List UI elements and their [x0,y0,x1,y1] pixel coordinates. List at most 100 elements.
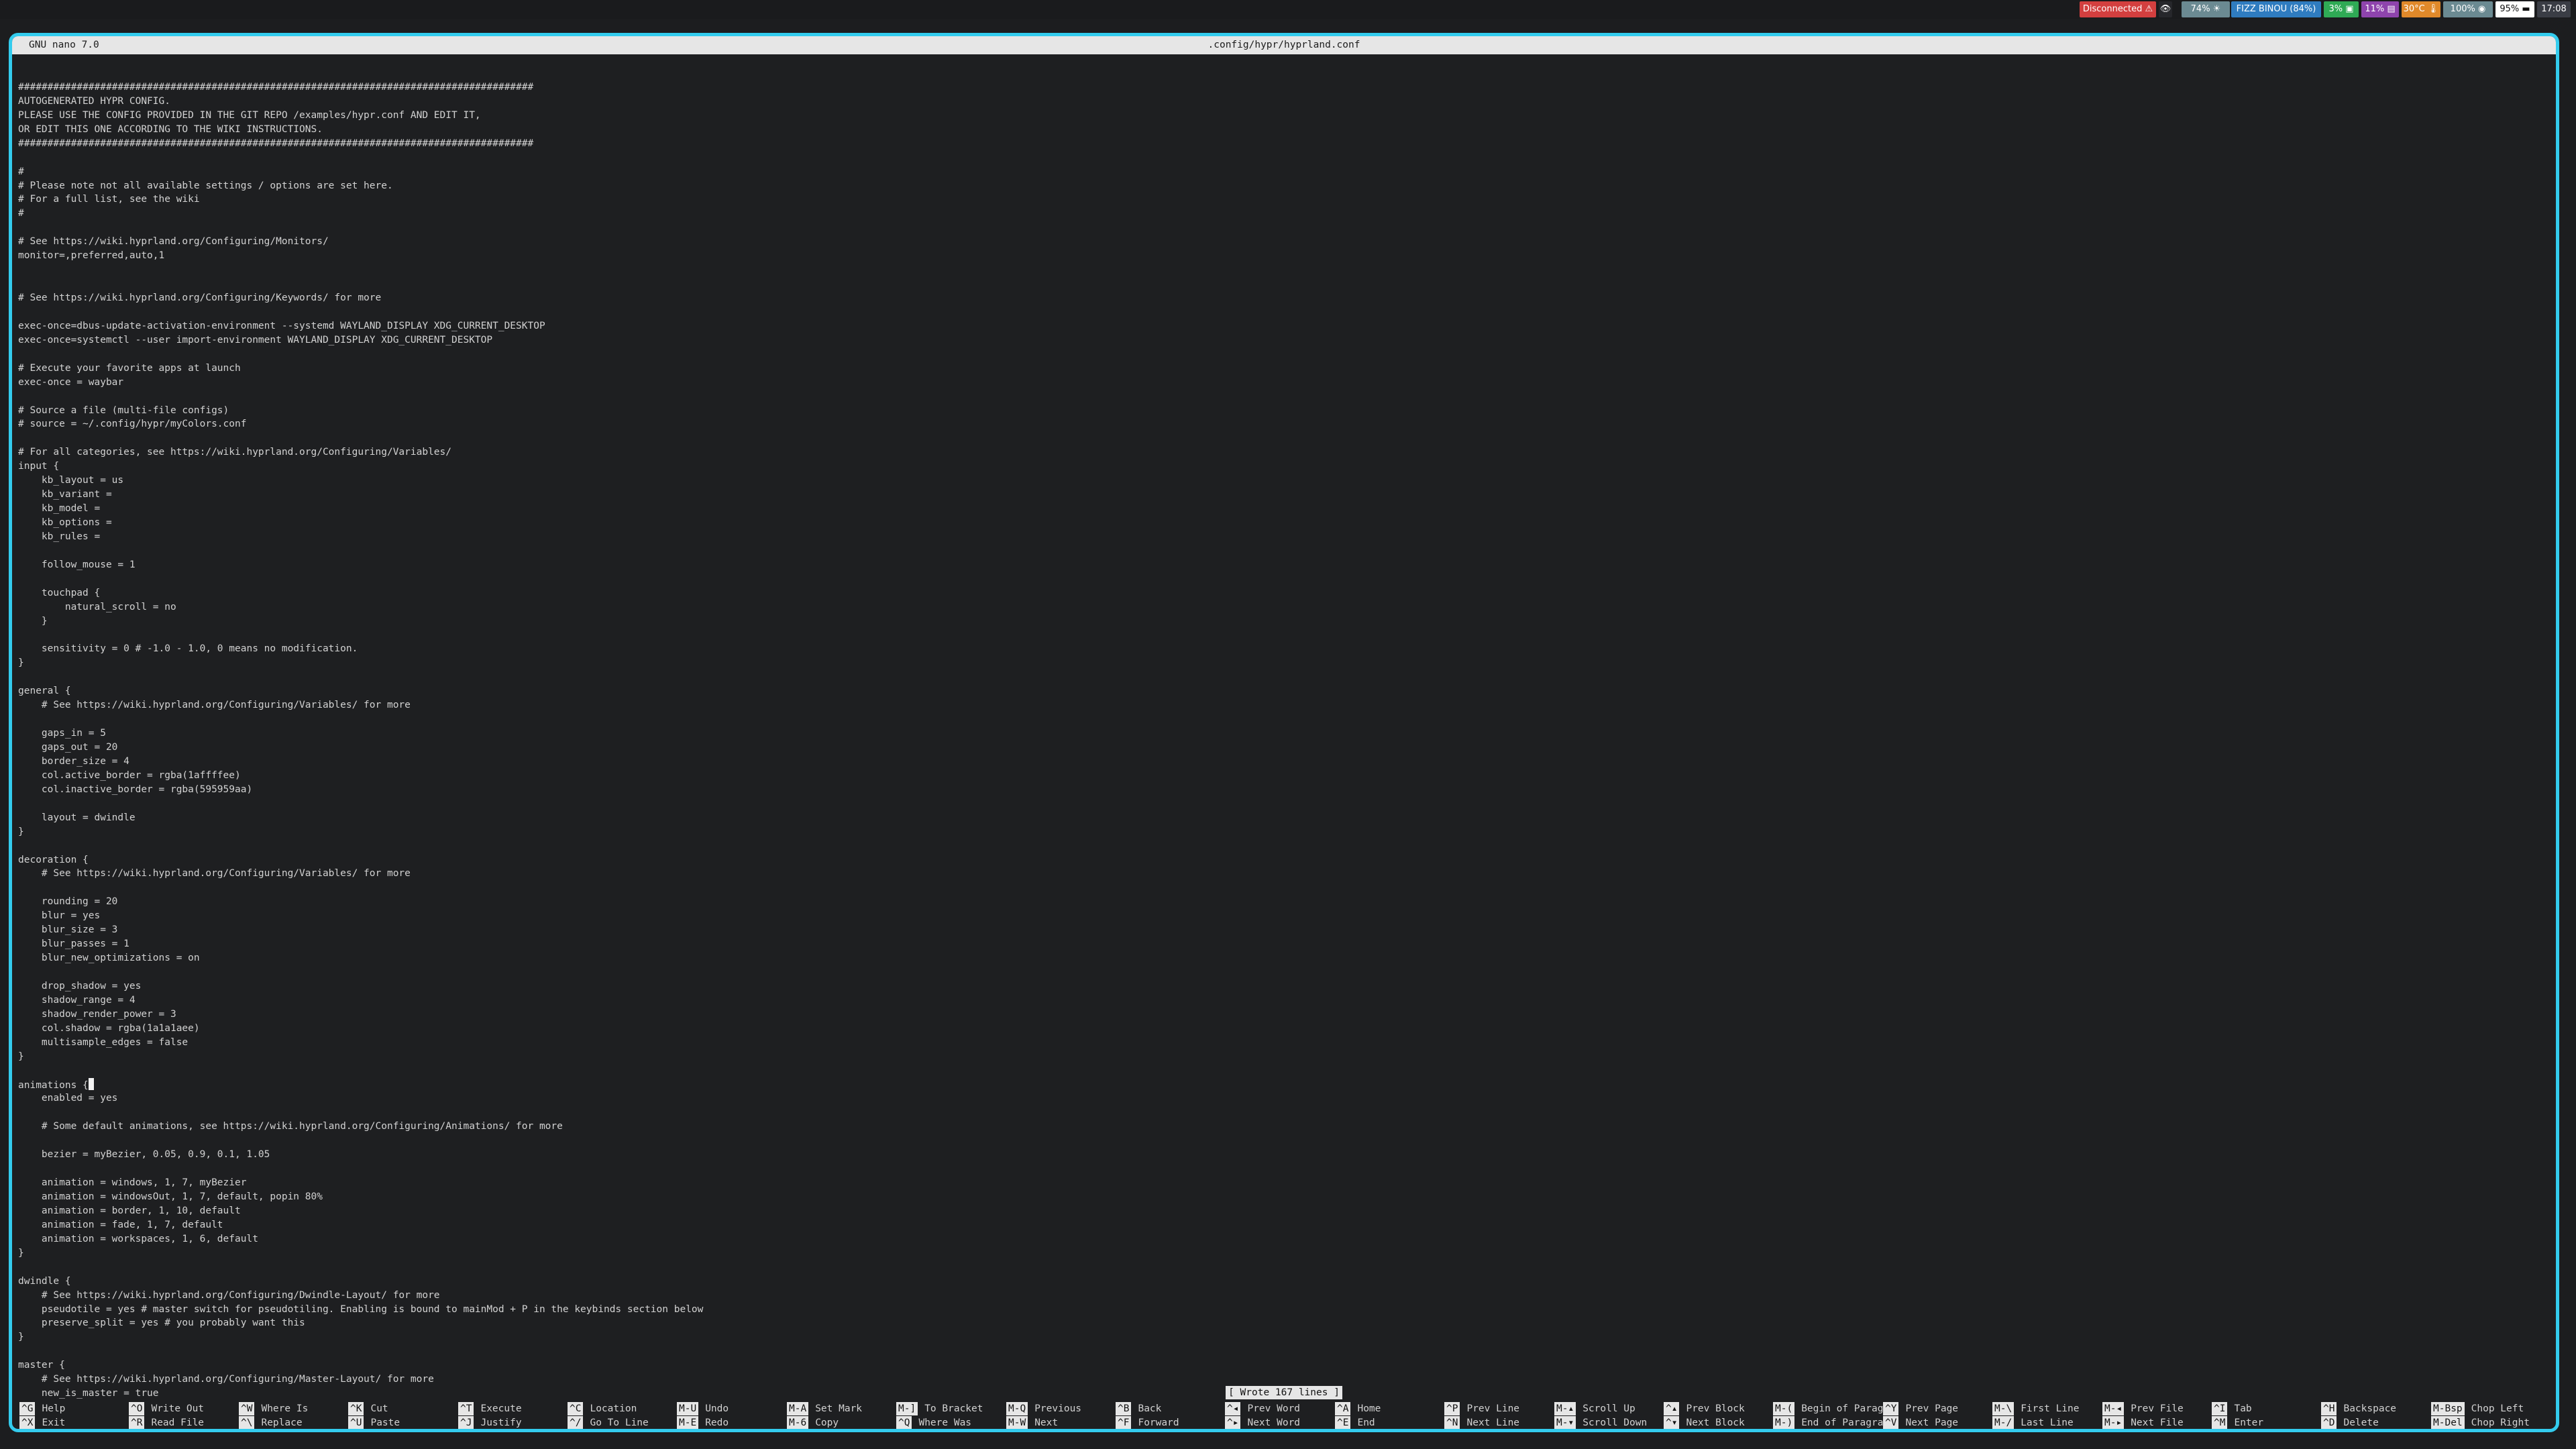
editor-line[interactable] [18,1260,2547,1275]
editor-line[interactable]: blur_passes = 1 [18,937,2547,951]
editor-line[interactable]: kb_options = [18,516,2547,530]
editor-line[interactable]: preserve_split = yes # you probably want… [18,1316,2547,1330]
cpu-module[interactable]: 3% ▣ [2324,1,2359,17]
editor-line[interactable]: ########################################… [18,80,2547,95]
editor-line[interactable]: layout = dwindle [18,811,2547,825]
editor-line[interactable]: # See https://wiki.hyprland.org/Configur… [18,867,2547,881]
editor-line[interactable]: exec-once=systemctl --user import-enviro… [18,333,2547,347]
network-status-module[interactable]: Disconnected ⚠ [2080,1,2156,17]
editor-line[interactable]: kb_rules = [18,530,2547,544]
editor-line[interactable] [18,305,2547,319]
editor-line[interactable]: animation = border, 1, 10, default [18,1204,2547,1218]
editor-line[interactable] [18,544,2547,558]
editor-line[interactable]: # For a full list, see the wiki [18,193,2547,207]
editor-line[interactable] [18,670,2547,684]
editor-line[interactable]: } [18,1330,2547,1344]
editor-line[interactable]: } [18,614,2547,629]
editor-line[interactable]: touchpad { [18,586,2547,600]
editor-line[interactable] [18,629,2547,643]
editor-line[interactable] [18,1106,2547,1120]
editor-line[interactable]: OR EDIT THIS ONE ACCORDING TO THE WIKI I… [18,123,2547,137]
editor-line[interactable] [18,431,2547,445]
editor-line[interactable]: # See https://wiki.hyprland.org/Configur… [18,1289,2547,1303]
terminal-window[interactable]: GNU nano 7.0 .config/hypr/hyprland.conf … [9,33,2559,1432]
editor-line[interactable]: exec-once=dbus-update-activation-environ… [18,319,2547,333]
volume-module[interactable]: 100% ◉ [2443,1,2493,17]
editor-line[interactable] [18,1134,2547,1148]
editor-line[interactable]: col.shadow = rgba(1a1a1aee) [18,1022,2547,1036]
clock-module[interactable]: 17:08 [2537,1,2571,17]
editor-line[interactable]: blur_size = 3 [18,923,2547,937]
editor-line[interactable]: # Source a file (multi-file configs) [18,404,2547,418]
editor-line[interactable] [18,221,2547,235]
editor-line[interactable]: input { [18,460,2547,474]
editor-line[interactable]: kb_variant = [18,488,2547,502]
editor-line[interactable]: AUTOGENERATED HYPR CONFIG. [18,95,2547,109]
editor-line[interactable]: # For all categories, see https://wiki.h… [18,445,2547,460]
editor-line[interactable]: pseudotile = yes # master switch for pse… [18,1303,2547,1317]
editor-line[interactable]: # See https://wiki.hyprland.org/Configur… [18,1373,2547,1387]
editor-line[interactable]: general { [18,684,2547,698]
editor-line[interactable]: master { [18,1358,2547,1373]
editor-line[interactable]: # [18,207,2547,221]
editor-line[interactable]: ########################################… [18,137,2547,151]
editor-line[interactable] [18,712,2547,727]
memory-module[interactable]: 11% ▤ [2361,1,2399,17]
editor-line[interactable]: } [18,1246,2547,1260]
editor-line[interactable]: blur = yes [18,909,2547,923]
editor-line[interactable]: # See https://wiki.hyprland.org/Configur… [18,698,2547,712]
privacy-indicator-module[interactable]: 👁 [2159,1,2172,17]
editor-line[interactable]: animation = workspaces, 1, 6, default [18,1232,2547,1246]
editor-line[interactable]: dwindle { [18,1275,2547,1289]
editor-line[interactable]: # source = ~/.config/hypr/myColors.conf [18,417,2547,431]
editor-line[interactable]: border_size = 4 [18,755,2547,769]
editor-line[interactable]: col.inactive_border = rgba(595959aa) [18,783,2547,797]
editor-line[interactable]: monitor=,preferred,auto,1 [18,249,2547,263]
editor-line[interactable]: enabled = yes [18,1091,2547,1106]
editor-line[interactable]: animations { [18,1077,2547,1092]
temperature-module[interactable]: 30°C 🌡 [2402,1,2440,17]
editor-line[interactable]: natural_scroll = no [18,600,2547,614]
editor-line[interactable]: animation = windowsOut, 1, 7, default, p… [18,1190,2547,1204]
editor-line[interactable]: # Execute your favorite apps at launch [18,362,2547,376]
editor-line[interactable]: bezier = myBezier, 0.05, 0.9, 0.1, 1.05 [18,1148,2547,1162]
editor-line[interactable] [18,277,2547,291]
editor-line[interactable]: shadow_range = 4 [18,994,2547,1008]
editor-line[interactable] [18,151,2547,165]
editor-line[interactable] [18,66,2547,80]
editor-line[interactable]: shadow_render_power = 3 [18,1008,2547,1022]
editor-line[interactable]: kb_model = [18,502,2547,516]
editor-line[interactable] [18,881,2547,895]
editor-line[interactable]: exec-once = waybar [18,376,2547,390]
editor-line[interactable]: } [18,656,2547,670]
editor-line[interactable]: decoration { [18,853,2547,867]
editor-line[interactable]: multisample_edges = false [18,1036,2547,1050]
editor-line[interactable] [18,390,2547,404]
editor-line[interactable] [18,1064,2547,1078]
text-editor-area[interactable]: ########################################… [18,66,2547,1401]
editor-line[interactable] [18,263,2547,277]
editor-line[interactable] [18,1344,2547,1358]
editor-line[interactable]: # Some default animations, see https://w… [18,1120,2547,1134]
editor-line[interactable] [18,347,2547,362]
editor-line[interactable]: PLEASE USE THE CONFIG PROVIDED IN THE GI… [18,109,2547,123]
editor-line[interactable]: drop_shadow = yes [18,979,2547,994]
editor-line[interactable]: sensitivity = 0 # -1.0 - 1.0, 0 means no… [18,642,2547,656]
editor-line[interactable]: # [18,165,2547,179]
editor-line[interactable]: } [18,1050,2547,1064]
editor-line[interactable]: follow_mouse = 1 [18,558,2547,572]
editor-line[interactable]: blur_new_optimizations = on [18,951,2547,965]
editor-line[interactable] [18,965,2547,979]
editor-line[interactable]: # See https://wiki.hyprland.org/Configur… [18,235,2547,249]
editor-line[interactable]: # Please note not all available settings… [18,179,2547,193]
editor-line[interactable] [18,572,2547,586]
editor-line[interactable]: } [18,825,2547,839]
battery-module[interactable]: 95% ▬ [2496,1,2534,17]
editor-line[interactable] [18,797,2547,811]
editor-line[interactable]: col.active_border = rgba(1affffee) [18,769,2547,783]
wifi-module[interactable]: FIZZ BINOU (84%) [2231,1,2321,17]
editor-line[interactable]: gaps_in = 5 [18,727,2547,741]
editor-line[interactable]: kb_layout = us [18,474,2547,488]
editor-line[interactable]: rounding = 20 [18,895,2547,909]
editor-line[interactable] [18,839,2547,853]
